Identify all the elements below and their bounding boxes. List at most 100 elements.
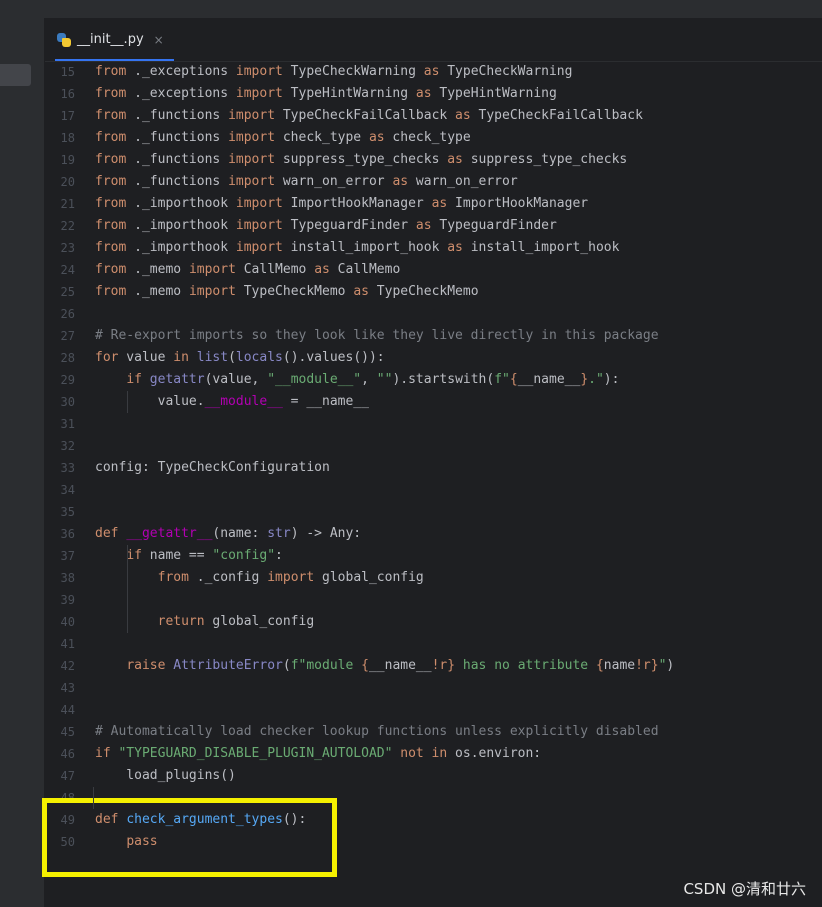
code-line[interactable]: 25 from ._memo import TypeCheckMemo as Ty… [45, 281, 822, 303]
line-number: 32 [60, 439, 75, 453]
code-token: ._importhook [126, 196, 236, 211]
code-token: as [431, 196, 448, 211]
code-token: = __name__ [282, 394, 369, 409]
tab-init-py[interactable]: __init__.py × [55, 18, 174, 61]
code-token: ._config [188, 570, 268, 585]
code-token: ): [603, 372, 620, 387]
code-line[interactable]: 27 # Re-export imports so they look like … [45, 325, 822, 347]
code-token: import [235, 240, 283, 255]
code-token: ( [282, 658, 291, 673]
line-number: 24 [60, 263, 75, 277]
code-editor[interactable]: 15 from ._exceptions import TypeCheckWarn… [45, 61, 822, 853]
line-number: 46 [60, 747, 75, 761]
code-token: as [415, 218, 432, 233]
code-line[interactable]: 44 [45, 699, 822, 721]
line-number: 40 [60, 615, 75, 629]
code-token: } [580, 372, 589, 387]
code-token: (name: [212, 526, 268, 541]
code-line[interactable]: 20 from ._functions import warn_on_error … [45, 171, 822, 193]
code-line[interactable]: 47 load_plugins() [45, 765, 822, 787]
code-text: if name == "config": [95, 545, 283, 567]
code-token: !r} [431, 658, 456, 673]
code-line[interactable]: 16 from ._exceptions import TypeHintWarni… [45, 83, 822, 105]
code-line[interactable]: 19 from ._functions import suppress_type_… [45, 149, 822, 171]
code-line[interactable]: 43 [45, 677, 822, 699]
close-icon[interactable]: × [154, 33, 164, 47]
code-token: raise [126, 658, 166, 673]
code-token: global_config [314, 570, 424, 585]
code-line[interactable]: 45 # Automatically load checker lookup fu… [45, 721, 822, 743]
code-line[interactable]: 26 [45, 303, 822, 325]
code-token: TypeCheckWarning [282, 64, 424, 79]
code-token: __module__ [204, 394, 283, 409]
code-line[interactable]: 23 from ._importhook import install_impor… [45, 237, 822, 259]
code-line[interactable]: 42 raise AttributeError(f"module {__name… [45, 655, 822, 677]
code-line[interactable]: 38 from ._config import global_config [45, 567, 822, 589]
line-number: 27 [60, 329, 75, 343]
code-token: as [423, 64, 440, 79]
code-token: as [314, 262, 330, 277]
code-token: f" [494, 372, 510, 387]
code-token: name [603, 658, 636, 673]
code-token: warn_on_error [275, 174, 393, 189]
code-line[interactable]: 34 [45, 479, 822, 501]
title-bar [0, 0, 822, 18]
code-text: config: TypeCheckConfiguration [95, 457, 330, 479]
code-line[interactable]: 31 [45, 413, 822, 435]
code-line[interactable]: 33 config: TypeCheckConfiguration [45, 457, 822, 479]
code-line[interactable]: 28 for value in list(locals().values()): [45, 347, 822, 369]
code-token: ._memo [126, 262, 189, 277]
line-number: 19 [60, 153, 75, 167]
code-token: locals [235, 350, 283, 365]
code-text: def __getattr__(name: str) -> Any: [95, 523, 361, 545]
line-number: 29 [60, 373, 75, 387]
code-line[interactable]: 39 [45, 589, 822, 611]
selected-tree-item[interactable] [0, 64, 31, 86]
code-line[interactable]: 35 [45, 501, 822, 523]
code-line[interactable]: 36 def __getattr__(name: str) -> Any: [45, 523, 822, 545]
code-line[interactable]: 46 if "TYPEGUARD_DISABLE_PLUGIN_AUTOLOAD"… [45, 743, 822, 765]
code-text: from ._functions import suppress_type_ch… [95, 149, 627, 171]
line-number: 38 [60, 571, 75, 585]
code-token: from [95, 218, 127, 233]
code-token: ().values()): [282, 350, 385, 365]
code-token: !r} [635, 658, 659, 673]
code-token: warn_on_error [408, 174, 518, 189]
code-token: str [267, 526, 291, 541]
line-number: 25 [60, 285, 75, 299]
code-line[interactable]: 18 from ._functions import check_type as … [45, 127, 822, 149]
code-token: not in [400, 746, 448, 761]
code-text: # Re-export imports so they look like th… [95, 325, 659, 347]
code-line[interactable]: 24 from ._memo import CallMemo as CallMem… [45, 259, 822, 281]
code-token: ._functions [126, 174, 229, 189]
code-token: import [235, 218, 283, 233]
code-line[interactable]: 37 if name == "config": [45, 545, 822, 567]
code-line[interactable]: 30 value.__module__ = __name__ [45, 391, 822, 413]
line-number: 21 [60, 197, 75, 211]
highlight-annotation-box [42, 798, 337, 877]
line-number: 42 [60, 659, 75, 673]
code-line[interactable]: 17 from ._functions import TypeCheckFailC… [45, 105, 822, 127]
code-line[interactable]: 29 if getattr(value, "__module__", "").s… [45, 369, 822, 391]
code-token: # Automatically load checker lookup func… [95, 724, 659, 739]
code-token: as [368, 130, 385, 145]
code-line[interactable]: 32 [45, 435, 822, 457]
code-line[interactable]: 40 return global_config [45, 611, 822, 633]
code-line[interactable]: 15 from ._exceptions import TypeCheckWarn… [45, 61, 822, 83]
code-token: suppress_type_checks [275, 152, 448, 167]
code-line[interactable]: 41 [45, 633, 822, 655]
code-token: from [95, 262, 127, 277]
code-text: # Automatically load checker lookup func… [95, 721, 659, 743]
code-token: CallMemo [235, 262, 315, 277]
code-line[interactable]: 22 from ._importhook import TypeguardFind… [45, 215, 822, 237]
code-token: import [235, 196, 283, 211]
code-token: install_import_hook [282, 240, 448, 255]
code-token: as [447, 240, 463, 255]
code-token: from [95, 152, 127, 167]
line-number: 20 [60, 175, 75, 189]
code-token: install_import_hook [462, 240, 620, 255]
code-line[interactable]: 21 from ._importhook import ImportHookMan… [45, 193, 822, 215]
code-text: for value in list(locals().values()): [95, 347, 385, 369]
code-token: from [95, 196, 127, 211]
